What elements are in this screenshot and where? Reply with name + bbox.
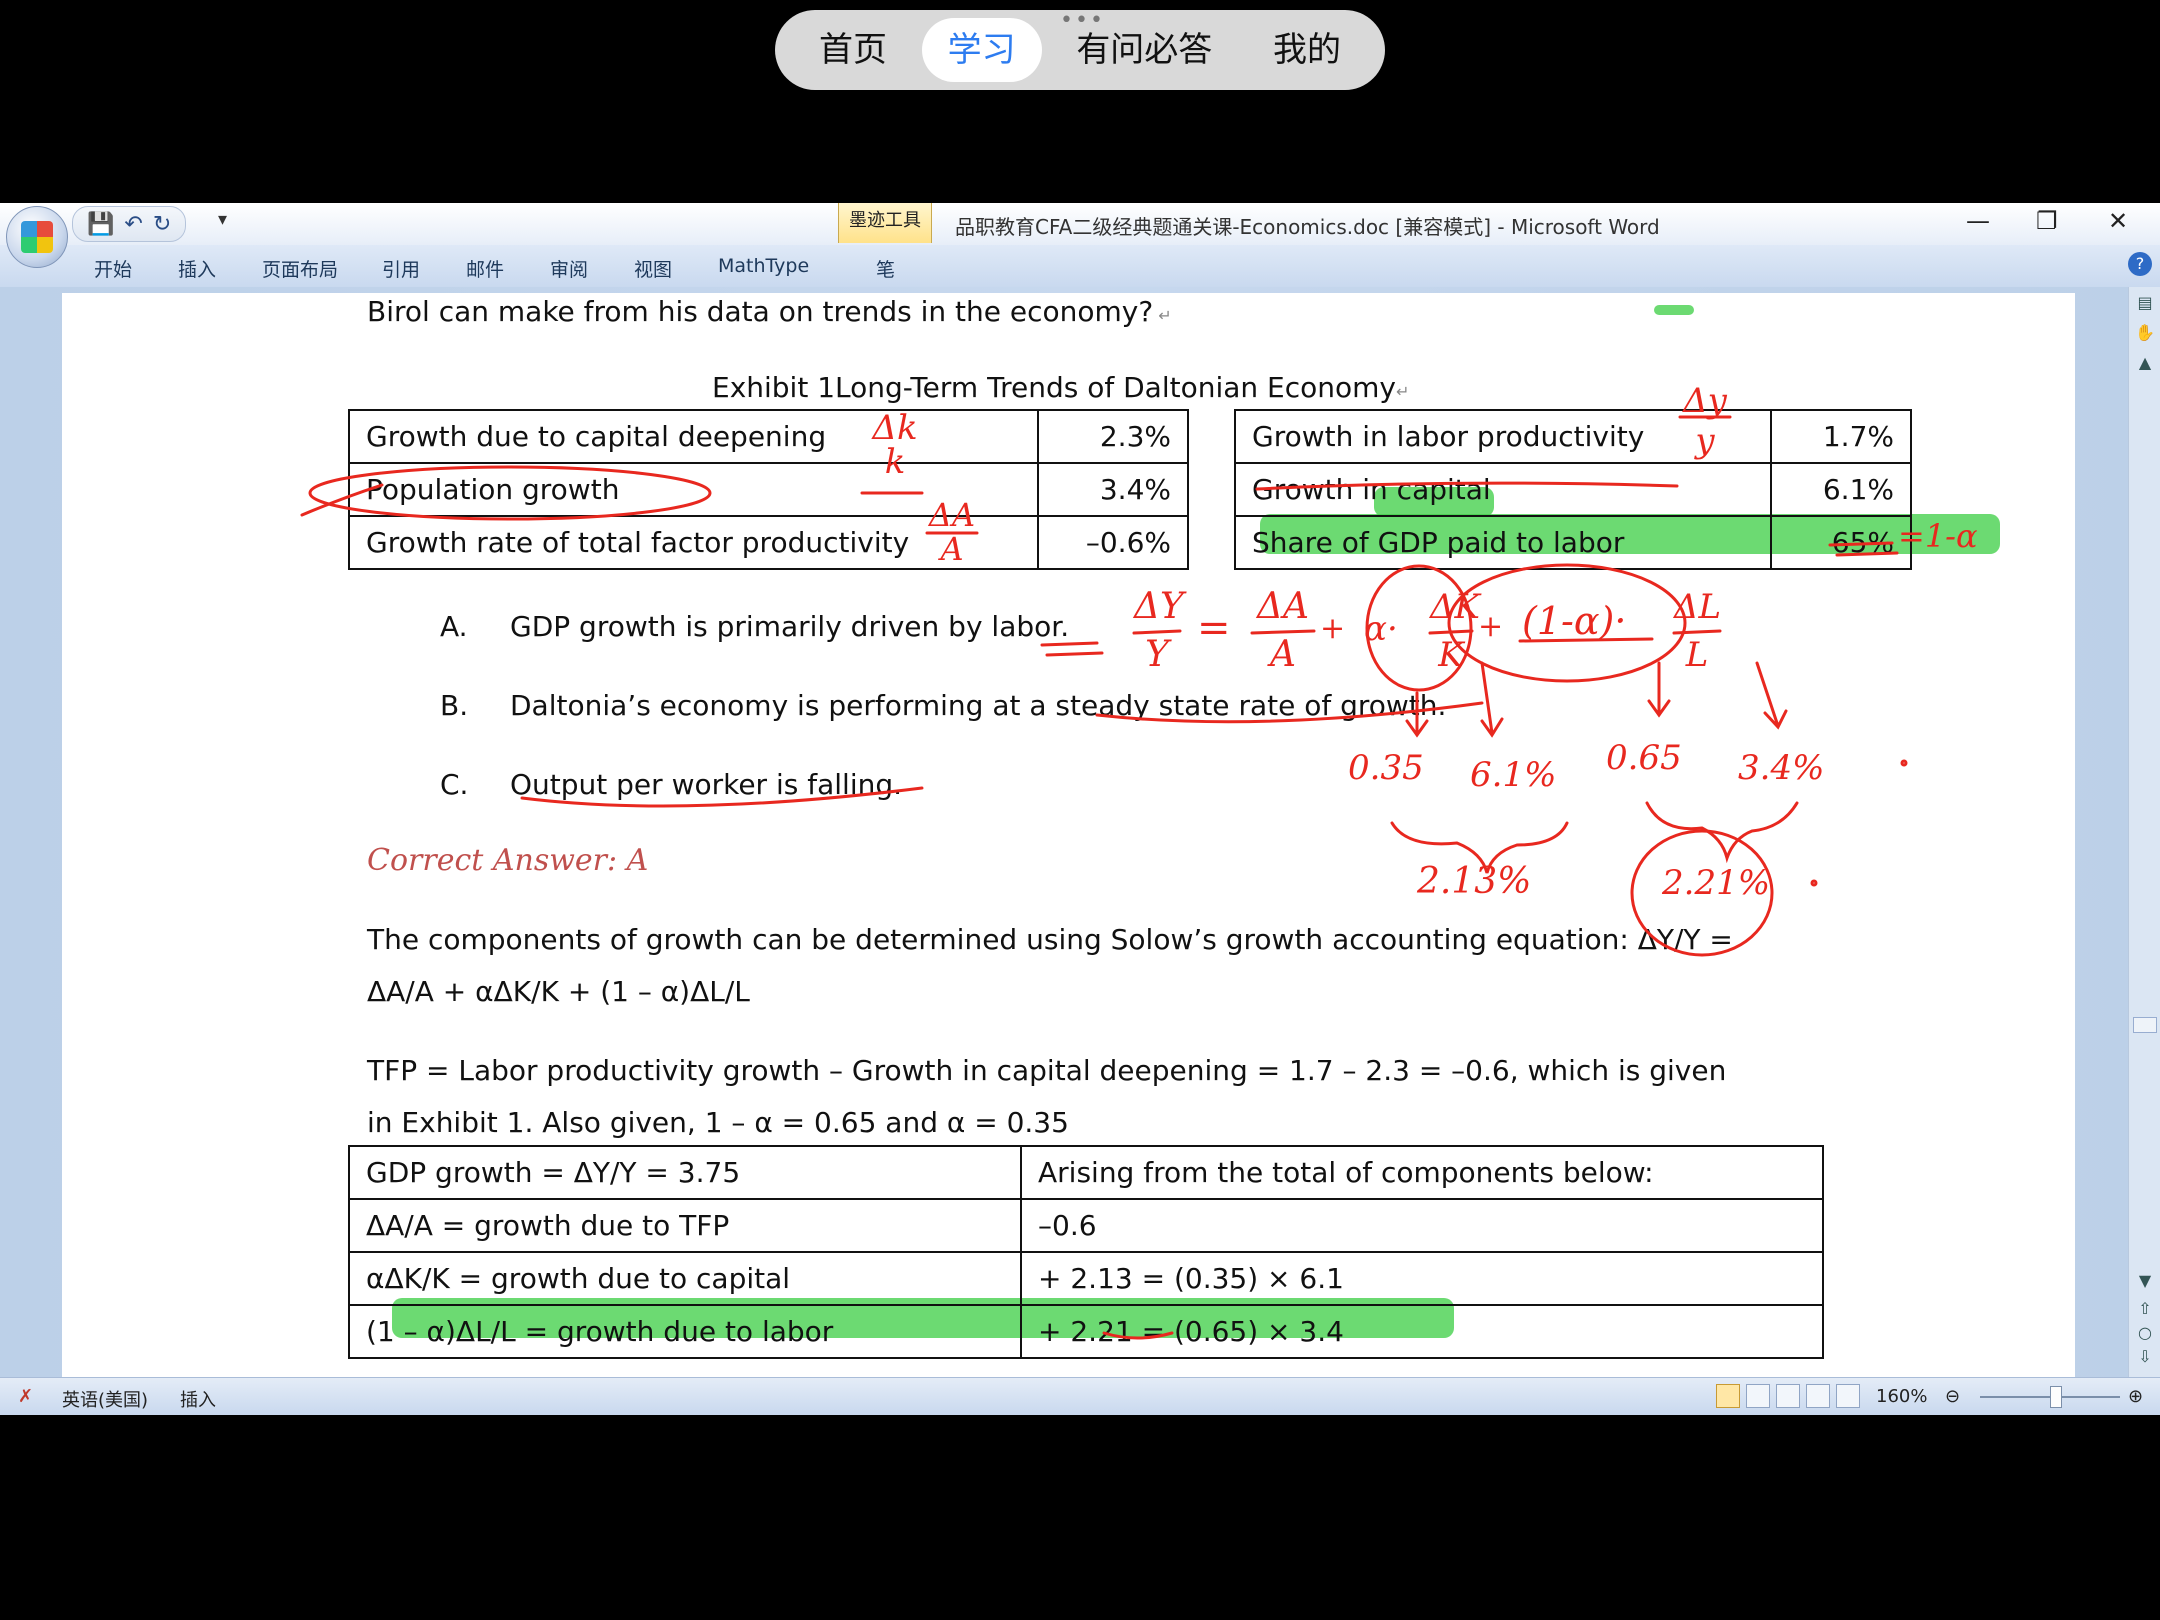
minimize-icon[interactable]: — [1966,207,1990,235]
scroll-thumb[interactable] [2133,1017,2157,1033]
ink-one-minus-alpha: =1-α [1898,517,1978,555]
draft-icon[interactable] [1836,1384,1860,1408]
customize-toolbar-icon[interactable]: ▾ [218,209,227,230]
ink-formula-plus: + [1478,609,1504,644]
ink-formula-equals: = [1197,605,1231,651]
ribbon-tabs: 开始 插入 页面布局 引用 邮件 审阅 视图 MathType 笔 [0,245,2160,287]
tab-pen[interactable]: 笔 [876,255,895,282]
ink-formula-one-minus-alpha: (1-α)· [1522,599,1627,643]
tab-view[interactable]: 视图 [634,255,672,282]
print-layout-icon[interactable] [1716,1384,1740,1408]
restore-icon[interactable]: ❐ [2036,207,2058,235]
more-dots-icon: ••• [1060,8,1105,33]
title-bar: 💾 ↶ ↻ ▾ 墨迹工具 品职教育CFA二级经典题通关课-Economics.d… [0,203,2160,245]
ruler-icon[interactable]: ▤ [2135,293,2155,313]
ink-formula-dy-y: ΔY Y [1134,586,1184,675]
full-screen-reading-icon[interactable] [1746,1384,1770,1408]
ink-dk-k: Δk k [872,408,918,482]
select-browse-icon[interactable]: ○ [2135,1323,2155,1343]
tab-insert[interactable]: 插入 [178,255,216,282]
pan-hand-icon[interactable]: ✋ [2135,323,2155,343]
nav-mine[interactable]: 我的 [1247,18,1367,82]
tab-references[interactable]: 引用 [382,255,420,282]
office-logo-icon [21,221,53,253]
close-icon[interactable]: ✕ [2108,207,2128,235]
redo-icon[interactable]: ↻ [153,212,171,237]
office-button[interactable] [6,206,68,268]
language-status[interactable]: 英语(美国) [62,1386,148,1412]
zoom-slider-knob[interactable] [2050,1386,2062,1408]
ink-dy-y: Δy y [1683,381,1727,461]
scroll-up-icon[interactable]: ▲ [2135,353,2155,373]
ink-value-213: 2.13% [1417,861,1532,902]
status-bar: ✗ 英语(美国) 插入 160% ⊖ ⊕ [0,1377,2160,1415]
ink-value-221: 2.21% [1662,863,1771,903]
tab-mathtype[interactable]: MathType [718,255,809,277]
save-icon[interactable]: 💾 [87,212,114,237]
previous-page-icon[interactable]: ⇧ [2135,1299,2155,1319]
spellcheck-icon[interactable]: ✗ [18,1386,33,1407]
undo-icon[interactable]: ↶ [124,212,142,237]
ink-value-035: 0.35 [1348,748,1424,788]
ink-tools-label: 墨迹工具 [838,203,932,243]
app-top-nav: ••• 首页 学习 有问必答 我的 [775,10,1385,90]
ink-formula-da-a: ΔA A [1257,586,1309,675]
word-window: 💾 ↶ ↻ ▾ 墨迹工具 品职教育CFA二级经典题通关课-Economics.d… [0,203,2160,1415]
zoom-in-icon[interactable]: ⊕ [2128,1386,2143,1407]
tab-home[interactable]: 开始 [94,255,132,282]
document-title: 品职教育CFA二级经典题通关课-Economics.doc [兼容模式] - M… [955,215,1660,239]
ink-formula-dl-l: ΔL L [1674,587,1722,675]
tab-page-layout[interactable]: 页面布局 [262,255,338,282]
ink-formula-dk-k: ΔK K [1430,587,1480,675]
ink-formula-alpha: α· [1364,609,1398,649]
ink-value-065: 0.65 [1606,738,1682,778]
next-page-icon[interactable]: ⇩ [2135,1347,2155,1367]
scroll-down-icon[interactable]: ▼ [2135,1271,2155,1291]
nav-home[interactable]: 首页 [793,18,913,82]
ink-value-61: 6.1% [1470,755,1557,795]
tab-review[interactable]: 审阅 [550,255,588,282]
zoom-out-icon[interactable]: ⊖ [1945,1386,1960,1407]
vertical-scrollbar[interactable]: ▤ ✋ ▲ ▼ ⇧ ○ ⇩ [2128,287,2160,1377]
tab-mailings[interactable]: 邮件 [466,255,504,282]
help-icon[interactable]: ? [2128,252,2152,276]
document-page[interactable]: Birol can make from his data on trends i… [62,293,2075,1377]
outline-icon[interactable] [1806,1384,1830,1408]
ink-value-34: 3.4% [1738,748,1825,788]
quick-access-toolbar: 💾 ↶ ↻ [72,206,187,242]
web-layout-icon[interactable] [1776,1384,1800,1408]
zoom-level[interactable]: 160% [1876,1386,1927,1407]
view-buttons [1716,1384,1860,1408]
ink-da-a: ΔA A [928,496,976,568]
insert-mode-status[interactable]: 插入 [180,1386,216,1412]
nav-study[interactable]: 学习 [921,18,1042,82]
ink-text-layer: Δk k Δy y ΔA A =1-α ΔY Y = ΔA A + α· ΔK K + (1… [62,293,2075,1377]
ink-formula-plus: + [1320,611,1346,646]
